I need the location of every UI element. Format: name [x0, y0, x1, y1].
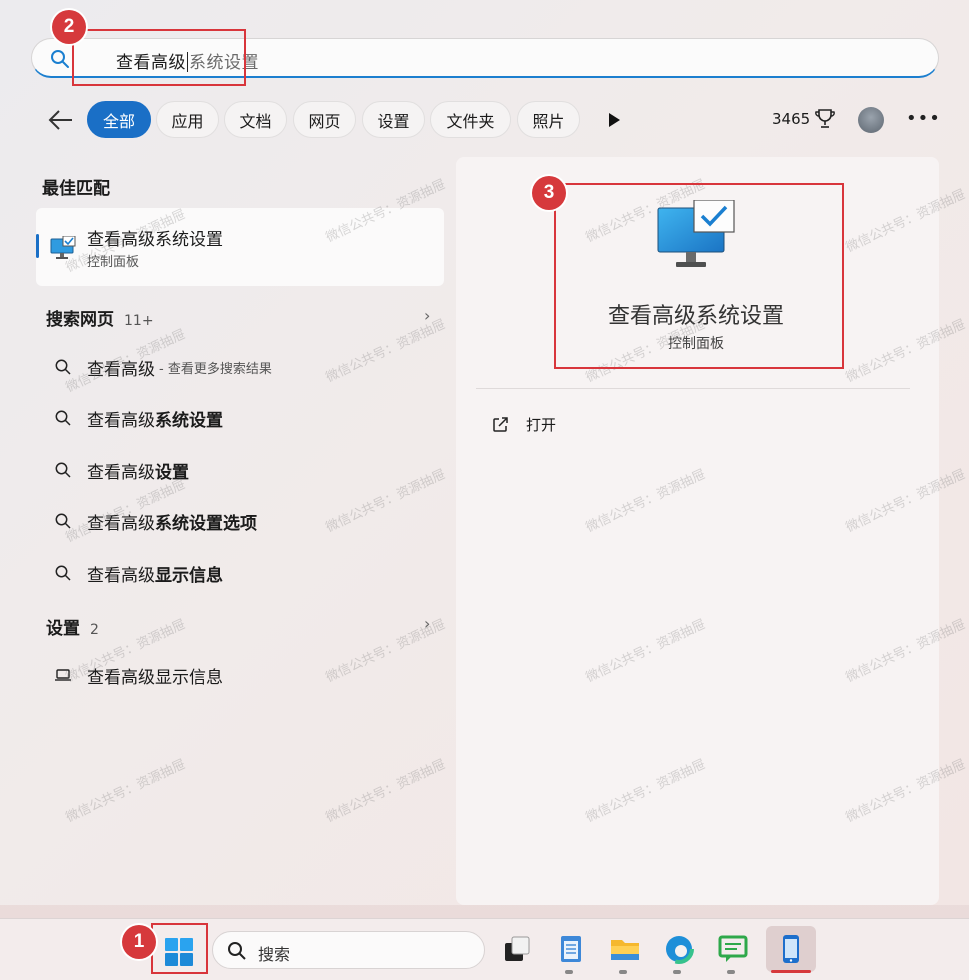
filter-chip-documents[interactable]: 文档 [224, 101, 287, 138]
search-web-chevron-icon[interactable]: › [424, 306, 430, 325]
web-result-row[interactable]: 查看高级设置 [54, 457, 189, 483]
file-explorer-icon[interactable] [608, 932, 642, 966]
more-options-icon[interactable]: ••• [906, 108, 941, 129]
web-result-bold: 系统设置选项 [155, 513, 257, 534]
notepad-icon[interactable] [554, 932, 588, 966]
filter-chip-photos[interactable]: 照片 [517, 101, 580, 138]
web-result-bold: 显示信息 [155, 565, 223, 586]
settings-title: 设置 [46, 619, 80, 639]
settings-result-text: 查看高级显示信息 [87, 667, 223, 688]
annotation-box-3 [554, 183, 844, 369]
web-result-plain: 查看高级 [87, 513, 155, 534]
back-arrow-icon[interactable] [46, 106, 76, 134]
phone-link-icon[interactable] [774, 932, 808, 966]
settings-heading: 设置 2 [46, 614, 99, 639]
running-indicator [565, 970, 573, 974]
web-result-plain: 查看高级 [87, 565, 155, 586]
filter-chip-web[interactable]: 网页 [293, 101, 356, 138]
web-result-row[interactable]: 查看高级系统设置 [54, 405, 223, 431]
annotation-box-1 [151, 923, 208, 974]
best-match-item[interactable]: 查看高级系统设置 控制面板 [36, 208, 444, 286]
search-icon [228, 942, 246, 960]
web-result-text: 查看高级设置 [87, 458, 189, 483]
search-icon [55, 462, 71, 478]
web-result-bold: 系统设置 [155, 410, 223, 431]
messaging-app-icon[interactable] [716, 932, 750, 966]
filter-chip-apps[interactable]: 应用 [156, 101, 219, 138]
taskbar-search-label: 搜索 [258, 945, 291, 964]
search-icon [55, 565, 71, 581]
settings-result-row[interactable]: 查看高级显示信息 [54, 662, 223, 688]
monitor-settings-icon [50, 236, 76, 259]
selection-indicator [36, 234, 39, 258]
web-result-text: 查看高级系统设置 [87, 406, 223, 431]
settings-count: 2 [90, 622, 99, 638]
taskbar-search-box[interactable]: 搜索 [212, 931, 485, 969]
open-action[interactable]: 打开 [490, 414, 556, 435]
filter-chip-all[interactable]: 全部 [87, 101, 151, 138]
search-icon [51, 50, 69, 68]
search-icon [55, 359, 71, 375]
active-app-indicator [771, 970, 811, 973]
running-indicator [727, 970, 735, 974]
web-result-plain: 查看高级 [87, 410, 155, 431]
open-action-label: 打开 [526, 416, 557, 434]
search-icon [55, 410, 71, 426]
web-result-plain: 查看高级 [87, 462, 155, 483]
rewards-points: 3465 [772, 110, 811, 128]
web-result-text: 查看高级显示信息 [87, 561, 223, 586]
annotation-badge-1: 1 [122, 925, 156, 959]
laptop-icon [55, 669, 71, 681]
annotation-badge-3: 3 [532, 176, 566, 210]
best-match-title: 查看高级系统设置 [87, 230, 223, 250]
trophy-icon[interactable] [813, 107, 837, 131]
settings-chevron-icon[interactable]: › [424, 614, 430, 633]
task-view-icon[interactable] [500, 932, 534, 966]
web-result-row[interactable]: 查看高级显示信息 [54, 560, 223, 586]
web-result-hint: - 查看更多搜索结果 [159, 361, 272, 377]
annotation-badge-2: 2 [52, 10, 86, 44]
web-result-text: 查看高级系统设置选项 [87, 509, 257, 534]
filter-chip-folders[interactable]: 文件夹 [430, 101, 511, 138]
more-filters-play-icon[interactable] [605, 110, 623, 130]
search-icon [55, 513, 71, 529]
annotation-box-2 [72, 29, 246, 86]
web-result-row[interactable]: 查看高级系统设置选项 [54, 508, 257, 534]
best-match-heading: 最佳匹配 [42, 179, 110, 199]
user-avatar[interactable] [858, 107, 884, 133]
preview-divider [476, 388, 910, 389]
search-web-count: 11+ [124, 313, 154, 329]
web-result-text: 查看高级 [87, 355, 155, 380]
running-indicator [673, 970, 681, 974]
edge-browser-icon[interactable] [662, 932, 696, 966]
start-search-panel: 查看高级 系统设置 全部 应用 文档 网页 设置 文件夹 照片 3465 ••• … [0, 0, 969, 905]
search-web-heading: 搜索网页 11+ [46, 305, 154, 330]
web-result-row[interactable]: 查看高级 - 查看更多搜索结果 [54, 354, 272, 380]
open-external-icon [493, 416, 508, 432]
running-indicator [619, 970, 627, 974]
filter-chip-settings[interactable]: 设置 [362, 101, 425, 138]
web-result-bold: 设置 [155, 462, 189, 483]
best-match-subtitle: 控制面板 [87, 255, 140, 270]
search-web-title: 搜索网页 [46, 310, 114, 330]
web-result-plain: 查看高级 [87, 359, 155, 380]
